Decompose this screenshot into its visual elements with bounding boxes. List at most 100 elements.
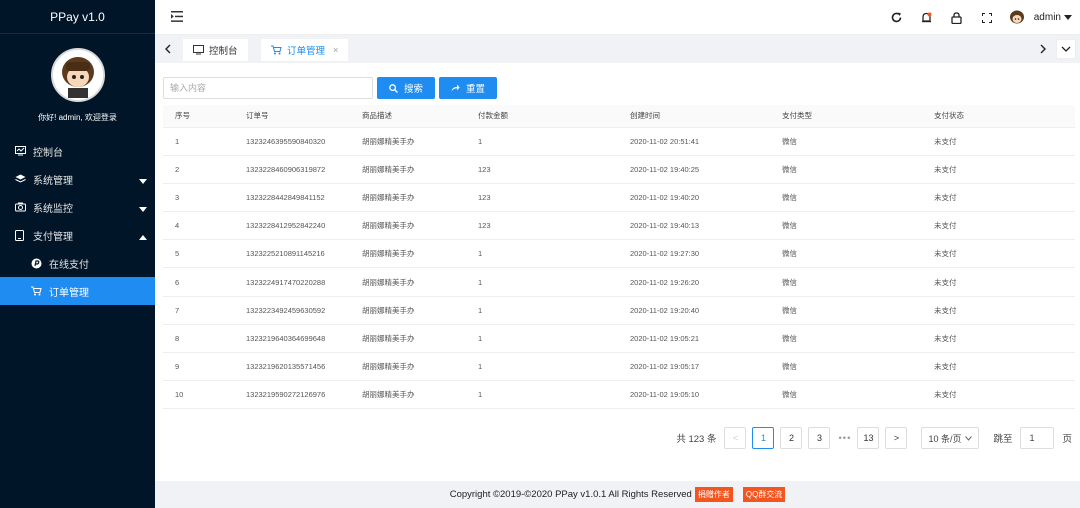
cell-pay-type: 微信 (770, 211, 922, 241)
table-row[interactable]: 7 1323223492459630592 胡丽娜精美手办 1 2020-11-02 1… (163, 296, 1075, 325)
sidebar: PPay v1.0 你好! admin, 欢迎登录 控制台 系统管理 系统监控 … (0, 0, 155, 508)
copyright-text: Copyright ©2019-©2020 PPay v1.0.1 All Ri… (449, 489, 692, 500)
cell-description: 胡丽娜精美手办 (350, 352, 466, 382)
cell-pay-status: 未支付 (922, 183, 1075, 213)
sidebar-item-label: 支付管理 (33, 231, 73, 243)
cell-created-time: 2020-11-02 19:27:30 (618, 239, 770, 269)
sidebar-item-order-management[interactable]: 订单管理 (0, 277, 155, 305)
table-row[interactable]: 9 1323219620135571456 胡丽娜精美手办 1 2020-11-02 1… (163, 352, 1075, 382)
cell-amount: 1 (466, 352, 618, 382)
cell-order-no: 1323228460906319872 (234, 155, 350, 184)
cell-pay-status: 未支付 (922, 324, 1075, 354)
column-header-index[interactable]: 序号 (163, 105, 234, 128)
tabs-prev-icon[interactable] (161, 39, 175, 59)
refresh-icon[interactable] (882, 0, 912, 35)
cell-created-time: 2020-11-02 19:40:13 (618, 211, 770, 241)
tab-label: 订单管理 (287, 46, 326, 57)
next-page-button[interactable]: > (885, 427, 908, 449)
share-arrow-icon (451, 84, 460, 92)
sidebar-item-payment-management[interactable]: 支付管理 (0, 221, 155, 249)
tabs-next-icon[interactable] (1036, 39, 1050, 59)
brand-title: PPay v1.0 (0, 0, 155, 34)
cell-description: 胡丽娜精美手办 (350, 267, 466, 297)
table-row[interactable]: 1 1323246395590840320 胡丽娜精美手办 1 2020-11-02 2… (163, 127, 1075, 156)
column-header-description[interactable]: 商品描述 (350, 105, 466, 128)
column-header-pay-status[interactable]: 支付状态 (922, 105, 1075, 128)
cell-index: 7 (163, 296, 234, 325)
cell-pay-type: 微信 (770, 183, 922, 213)
page-button-last[interactable]: 13 (857, 427, 880, 449)
user-menu[interactable]: admin (1007, 8, 1072, 27)
cell-description: 胡丽娜精美手办 (350, 183, 466, 213)
search-input[interactable] (163, 77, 373, 99)
cell-pay-status: 未支付 (922, 352, 1075, 382)
search-icon (389, 83, 398, 93)
column-header-pay-type[interactable]: 支付类型 (770, 105, 922, 128)
cell-created-time: 2020-11-02 19:05:21 (618, 324, 770, 354)
menu-collapse-icon[interactable] (171, 11, 183, 24)
table-row[interactable]: 10 1323219590272126976 胡丽娜精美手办 1 2020-11-02 … (163, 380, 1075, 410)
top-header: admin (155, 0, 1080, 35)
prev-page-button[interactable]: < (724, 427, 747, 449)
caret-down-icon (1064, 15, 1072, 20)
cell-amount: 123 (466, 211, 618, 241)
reset-button[interactable]: 重置 (439, 77, 498, 99)
cell-pay-status: 未支付 (922, 155, 1075, 184)
table-row[interactable]: 8 1323219640364699648 胡丽娜精美手办 1 2020-11-02 1… (163, 324, 1075, 354)
cell-created-time: 2020-11-02 19:40:20 (618, 183, 770, 213)
sidebar-item-system-monitor[interactable]: 系统监控 (0, 193, 155, 221)
cell-order-no: 1323219620135571456 (234, 352, 350, 382)
table-row[interactable]: 6 1323224917470220288 胡丽娜精美手办 1 2020-11-02 1… (163, 267, 1075, 297)
column-header-order-no[interactable]: 订单号 (234, 105, 350, 128)
column-header-amount[interactable]: 付款金额 (466, 105, 618, 128)
table-row[interactable]: 4 1323228412952842240 胡丽娜精美手办 123 2020-11-02… (163, 211, 1075, 241)
tabs-dropdown-icon[interactable] (1056, 39, 1076, 59)
more-pages-icon[interactable]: ••• (838, 433, 851, 444)
cell-description: 胡丽娜精美手办 (350, 211, 466, 241)
qq-group-badge[interactable]: QQ群交流 (742, 487, 786, 502)
table-row[interactable]: 2 1323228460906319872 胡丽娜精美手办 123 2020-11-02… (163, 155, 1075, 184)
cell-pay-type: 微信 (770, 324, 922, 354)
cell-pay-status: 未支付 (922, 127, 1075, 156)
sidebar-item-system-management[interactable]: 系统管理 (0, 165, 155, 193)
reset-button-label: 重置 (466, 84, 486, 95)
cell-description: 胡丽娜精美手办 (350, 296, 466, 325)
jump-page-input[interactable]: 1 (1020, 427, 1055, 449)
search-button[interactable]: 搜索 (377, 77, 436, 99)
cell-pay-type: 微信 (770, 239, 922, 269)
sidebar-item-label: 系统监控 (33, 203, 73, 215)
close-icon[interactable]: × (333, 45, 338, 55)
fullscreen-icon[interactable] (972, 0, 1002, 35)
table-row[interactable]: 3 1323228442849841152 胡丽娜精美手办 123 2020-11-02… (163, 183, 1075, 213)
page-button-2[interactable]: 2 (780, 427, 803, 449)
search-bar: 搜索 重置 (163, 77, 498, 99)
avatar[interactable] (50, 48, 105, 102)
column-header-created-time[interactable]: 创建时间 (618, 105, 770, 128)
cell-amount: 1 (466, 380, 618, 410)
username: admin (1033, 12, 1061, 23)
lock-icon[interactable] (942, 0, 972, 35)
sidebar-item-label: 系统管理 (33, 175, 73, 187)
cell-amount: 123 (466, 155, 618, 184)
page-button-1[interactable]: 1 (752, 427, 775, 449)
caret-down-icon (139, 204, 147, 215)
tab-dashboard[interactable]: 控制台 (183, 39, 248, 61)
sidebar-item-dashboard[interactable]: 控制台 (0, 137, 155, 165)
sidebar-item-label: 控制台 (33, 147, 63, 159)
tabs-bar: 控制台 订单管理 × (155, 35, 1080, 63)
tab-label: 控制台 (209, 46, 238, 57)
page-suffix: 页 (1062, 434, 1072, 445)
bell-icon[interactable] (912, 0, 942, 35)
cell-index: 10 (163, 380, 234, 410)
avatar (1007, 8, 1026, 27)
cell-amount: 1 (466, 296, 618, 325)
table-row[interactable]: 5 1323225210891145216 胡丽娜精美手办 1 2020-11-02 1… (163, 239, 1075, 269)
caret-down-icon (139, 176, 147, 187)
page-size-select[interactable]: 10 条/页 (921, 427, 980, 449)
sidebar-item-online-payment[interactable]: 在线支付 (0, 249, 155, 277)
page-button-3[interactable]: 3 (808, 427, 831, 449)
donate-badge[interactable]: 捐赠作者 (694, 487, 733, 502)
tab-order-management[interactable]: 订单管理 × (261, 39, 349, 61)
monitor-icon (15, 146, 27, 156)
cell-order-no: 1323219590272126976 (234, 380, 350, 410)
